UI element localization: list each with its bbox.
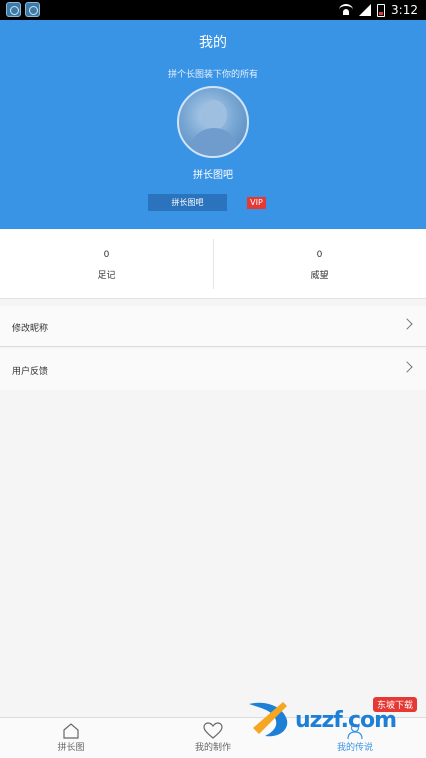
profile-header: 我的 拼个长图装下你的所有 拼长图吧 拼长图吧 VIP xyxy=(0,20,426,229)
menu-item-label: 用户反馈 xyxy=(12,367,49,377)
stat-prestige[interactable]: 0 威望 xyxy=(213,229,426,298)
slogan: 拼个长图装下你的所有 xyxy=(167,70,258,80)
watermark-logo xyxy=(249,702,288,737)
status-time: 3:12 xyxy=(391,3,418,17)
status-bar: 3:12 xyxy=(0,0,426,20)
tab-label: 拼长图 xyxy=(57,743,85,753)
watermark-text: uzzf.com xyxy=(295,708,397,733)
profile-button[interactable]: 拼长图吧 xyxy=(148,194,227,211)
stats-panel: 0 足记 0 威望 xyxy=(0,229,426,299)
page-title: 我的 xyxy=(199,35,227,51)
tab-long-image[interactable]: 拼长图 xyxy=(0,718,142,758)
avatar[interactable] xyxy=(177,86,249,158)
stat-value: 0 xyxy=(103,250,110,260)
stat-label: 威望 xyxy=(310,271,329,281)
vip-badge: VIP xyxy=(247,197,266,209)
wifi-icon xyxy=(339,4,354,16)
stat-footprint[interactable]: 0 足记 xyxy=(0,229,213,298)
menu-item-label: 修改昵称 xyxy=(12,324,49,334)
watermark: 东坡下载 uzzf.com xyxy=(243,696,423,742)
battery-icon xyxy=(377,3,386,17)
heart-icon xyxy=(203,722,223,739)
chevron-right-icon xyxy=(401,318,413,330)
signal-icon xyxy=(359,4,372,16)
chevron-right-icon xyxy=(401,361,413,373)
username: 拼长图吧 xyxy=(193,170,233,181)
menu-item-feedback[interactable]: 用户反馈 xyxy=(0,349,426,390)
app-notification-icon xyxy=(6,2,21,17)
stat-label: 足记 xyxy=(97,271,116,281)
home-icon xyxy=(63,723,79,739)
menu-item-edit-nickname[interactable]: 修改昵称 xyxy=(0,306,426,347)
stat-value: 0 xyxy=(316,250,323,260)
app-notification-icon xyxy=(25,2,40,17)
